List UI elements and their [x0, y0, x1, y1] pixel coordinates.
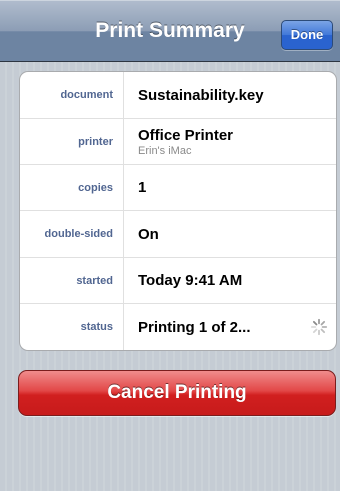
row-value: Sustainability.key [138, 72, 336, 118]
table-row-double-sided: double-sided On [20, 211, 336, 258]
table-row-copies: copies 1 [20, 165, 336, 211]
table-row-started: started Today 9:41 AM [20, 258, 336, 304]
print-summary-table: document Sustainability.key printer Offi… [19, 71, 337, 351]
row-label: double-sided [20, 211, 124, 257]
table-row-document: document Sustainability.key [20, 72, 336, 119]
printer-value: Office Printer [138, 126, 234, 144]
copies-value: 1 [138, 179, 147, 196]
cancel-printing-button[interactable]: Cancel Printing [18, 370, 336, 416]
done-button[interactable]: Done [281, 20, 333, 50]
row-label: copies [20, 165, 124, 210]
row-value: 1 [138, 165, 336, 210]
row-value: Today 9:41 AM [138, 258, 336, 303]
document-value: Sustainability.key [138, 86, 264, 104]
row-label: status [20, 304, 124, 350]
table-row-status: status Printing 1 of 2... [20, 304, 336, 350]
started-value: Today 9:41 AM [138, 272, 243, 289]
row-label: printer [20, 119, 124, 164]
row-label: started [20, 258, 124, 303]
activity-spinner-icon [310, 318, 328, 336]
navigation-bar: Print Summary Done [0, 0, 340, 62]
row-value: Office Printer Erin's iMac [138, 119, 336, 164]
status-value: Printing 1 of 2... [138, 318, 251, 336]
double-sided-value: On [138, 225, 159, 243]
table-row-printer: printer Office Printer Erin's iMac [20, 119, 336, 165]
printer-host: Erin's iMac [138, 144, 192, 157]
row-value: Printing 1 of 2... [138, 304, 336, 350]
row-label: document [20, 72, 124, 118]
row-value: On [138, 211, 336, 257]
